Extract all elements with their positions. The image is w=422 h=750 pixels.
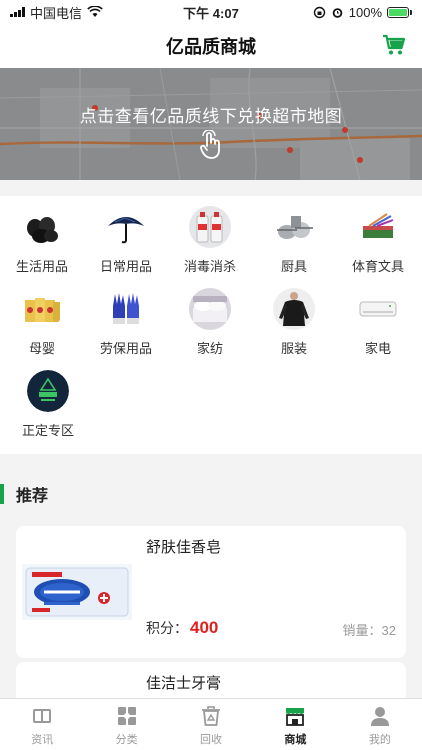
carrier-label: 中国电信 xyxy=(30,5,83,21)
clothing-icon xyxy=(273,288,315,330)
trash-bags-icon xyxy=(21,206,63,248)
cart-icon[interactable] xyxy=(382,34,406,56)
category-label: 家纺 xyxy=(196,341,223,356)
category-label: 家电 xyxy=(364,341,391,356)
category-label: 母婴 xyxy=(28,341,55,356)
tab-label: 商城 xyxy=(284,734,307,746)
section-title: 推荐 xyxy=(16,488,49,505)
category-label: 消毒消杀 xyxy=(183,259,236,274)
banner-text: 点击查看亿品质线下兑换超市地图 xyxy=(79,107,343,126)
category-label: 生活用品 xyxy=(15,259,68,274)
product-name: 舒肤佳香皂 xyxy=(146,539,222,556)
points-value: 400 xyxy=(190,618,219,637)
umbrella-icon xyxy=(105,206,147,248)
alarm-icon xyxy=(332,7,343,18)
product-name: 佳洁士牙膏 xyxy=(146,675,222,692)
category-item-clothing[interactable]: 服装 xyxy=(252,288,336,357)
product-points: 积分： 400 xyxy=(146,618,218,638)
sales-label: 销量： xyxy=(342,623,382,638)
tab-label: 资讯 xyxy=(31,734,54,746)
news-icon xyxy=(33,709,52,723)
category-item-baby[interactable]: 母婴 xyxy=(0,288,84,357)
sales-value: 32 xyxy=(381,623,396,638)
category-label: 体育文具 xyxy=(351,259,404,274)
page-title: 亿品质商城 xyxy=(166,37,256,57)
baby-products-icon xyxy=(21,288,63,330)
category-label: 日常用品 xyxy=(99,259,152,274)
disinfectant-icon xyxy=(189,206,231,248)
section-header: 推荐 xyxy=(0,472,422,516)
tab-recycle[interactable]: 回收 xyxy=(169,699,253,750)
category-item-appliance[interactable]: 家电 xyxy=(336,288,420,357)
product-sales: 销量：32 xyxy=(343,620,396,639)
product-card[interactable]: 舒肤佳香皂 积分： 400 销量：32 xyxy=(16,526,406,658)
status-bar: 中国电信 下午 4:07 100% xyxy=(0,0,422,24)
shop-icon xyxy=(286,708,305,726)
category-item-textile[interactable]: 家纺 xyxy=(168,288,252,357)
map-banner[interactable]: 点击查看亿品质线下兑换超市地图 xyxy=(0,68,422,180)
tab-category[interactable]: 分类 xyxy=(84,699,168,750)
status-right: 100% xyxy=(313,5,412,20)
category-label: 厨具 xyxy=(280,259,307,274)
wifi-icon xyxy=(87,6,103,17)
nav-bar: 亿品质商城 xyxy=(0,24,422,68)
tab-label: 我的 xyxy=(368,734,391,746)
battery-percent: 100% xyxy=(348,4,382,20)
zhengding-logo-icon xyxy=(27,370,69,412)
category-item-kitchen[interactable]: 厨具 xyxy=(252,206,336,275)
category-label: 服装 xyxy=(280,341,307,356)
section-accent-bar xyxy=(0,484,4,504)
status-time: 下午 4:07 xyxy=(183,5,239,21)
product-image xyxy=(22,564,132,620)
category-icon xyxy=(117,707,136,725)
work-gloves-icon xyxy=(105,288,147,330)
tap-hand-icon xyxy=(200,130,220,159)
tab-shop[interactable]: 商城 xyxy=(253,699,337,750)
cookware-icon xyxy=(273,206,315,248)
profile-icon xyxy=(370,707,389,726)
tab-label: 回收 xyxy=(200,734,223,746)
status-left: 中国电信 xyxy=(10,3,103,22)
category-grid: 生活用品 日常用品 消毒消杀 厨具 体育文具 母婴 劳保用品 家纺 服装 家电 … xyxy=(0,196,422,454)
category-label: 劳保用品 xyxy=(99,341,152,356)
recycle-icon xyxy=(202,706,221,726)
category-item-living[interactable]: 生活用品 xyxy=(0,206,84,275)
tab-news[interactable]: 资讯 xyxy=(0,699,84,750)
rotation-lock-icon xyxy=(313,6,325,18)
tab-bar: 资讯 分类 回收 商城 我的 xyxy=(0,698,422,750)
signal-icon xyxy=(10,7,25,17)
bedding-icon xyxy=(189,288,231,330)
battery-icon xyxy=(387,6,412,18)
points-label: 积分： xyxy=(146,620,188,636)
tab-label: 分类 xyxy=(115,734,138,746)
category-label: 正定专区 xyxy=(21,423,74,438)
category-item-labor[interactable]: 劳保用品 xyxy=(84,288,168,357)
category-item-daily[interactable]: 日常用品 xyxy=(84,206,168,275)
tab-profile[interactable]: 我的 xyxy=(338,699,422,750)
category-item-stationery[interactable]: 体育文具 xyxy=(336,206,420,275)
stationery-icon xyxy=(357,206,399,248)
category-item-zhengding[interactable]: 正定专区 xyxy=(6,370,90,439)
air-conditioner-icon xyxy=(357,288,399,330)
category-item-disinfect[interactable]: 消毒消杀 xyxy=(168,206,252,275)
